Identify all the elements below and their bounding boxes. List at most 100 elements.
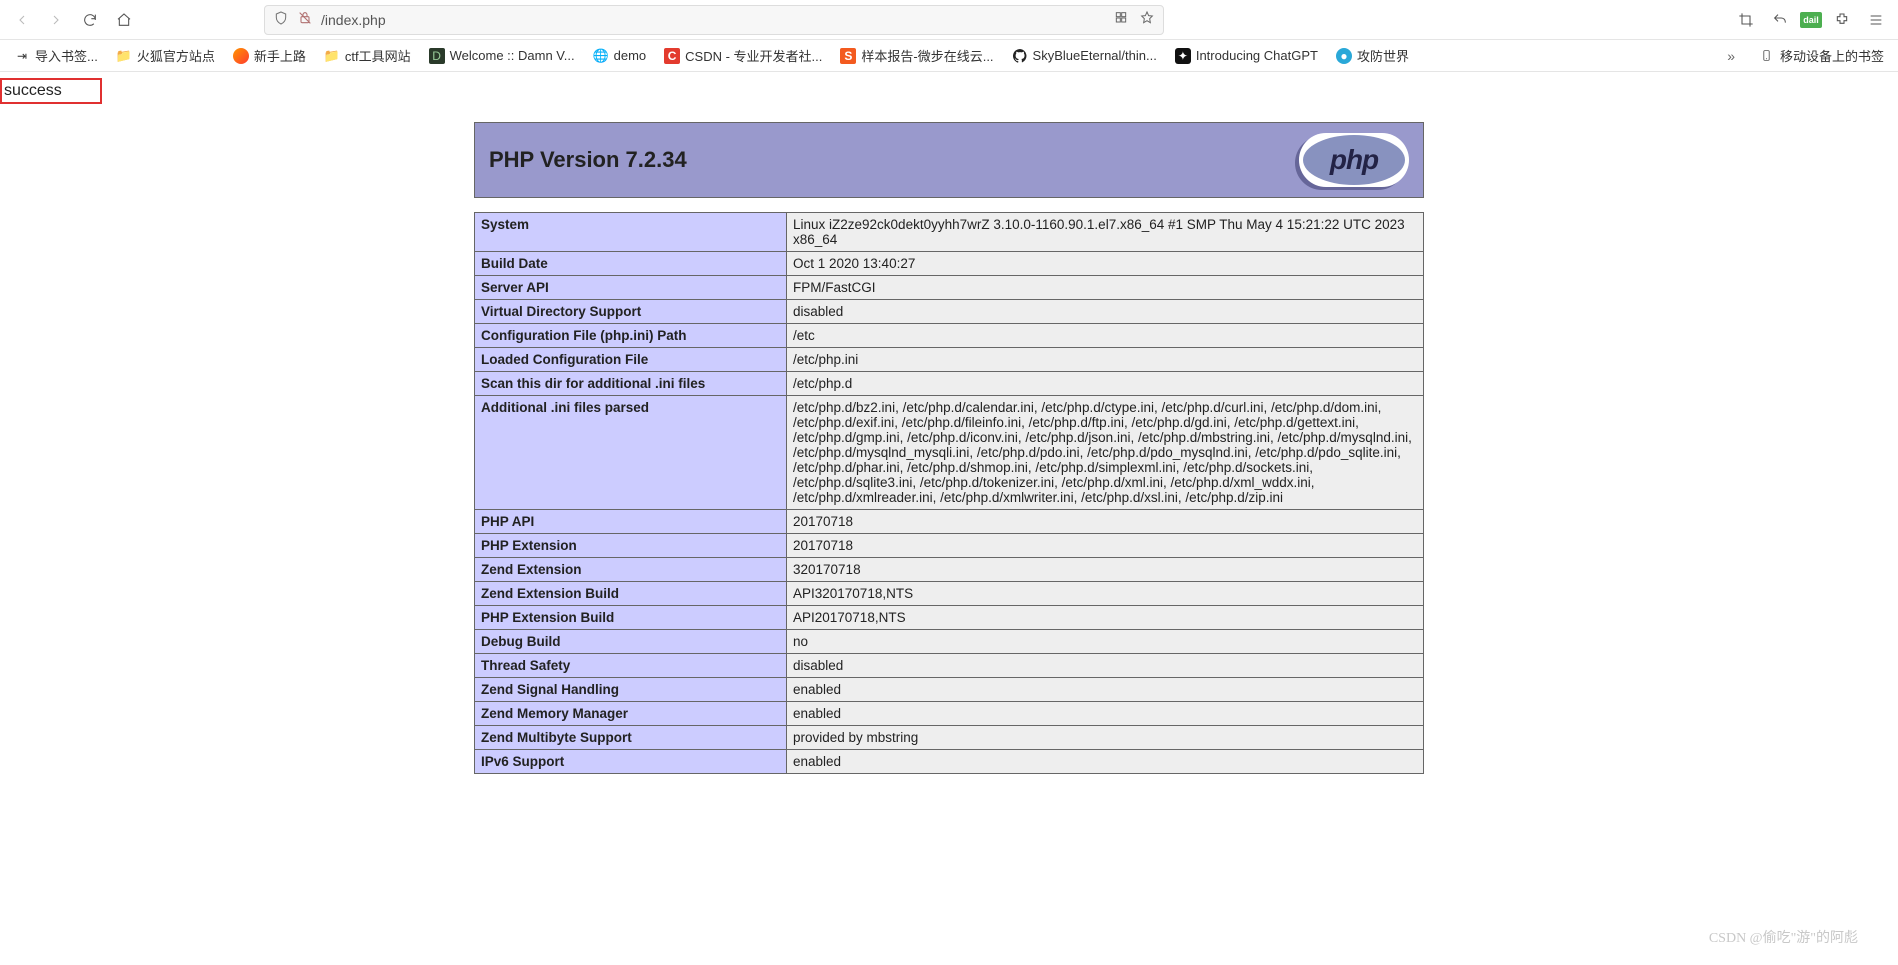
bookmark-chatgpt[interactable]: ✦Introducing ChatGPT [1167, 43, 1326, 69]
phpinfo-container: PHP Version 7.2.34 php SystemLinux iZ2ze… [474, 122, 1424, 774]
phpinfo-value: 320170718 [787, 558, 1424, 582]
phpinfo-value: no [787, 630, 1424, 654]
phpinfo-value: 20170718 [787, 510, 1424, 534]
bookmark-csdn[interactable]: CCSDN - 专业开发者社... [656, 43, 830, 69]
phpinfo-value: Linux iZ2ze92ck0dekt0yyhh7wrZ 3.10.0-116… [787, 213, 1424, 252]
phpinfo-value: Oct 1 2020 13:40:27 [787, 252, 1424, 276]
bookmarks-bar: ⇥导入书签... 火狐官方站点 新手上路 ctf工具网站 DWelcome ::… [0, 40, 1898, 72]
star-icon[interactable] [1139, 10, 1155, 29]
phpinfo-value: disabled [787, 654, 1424, 678]
phpinfo-value: /etc [787, 324, 1424, 348]
import-icon: ⇥ [14, 48, 30, 64]
php-logo: php [1299, 133, 1409, 187]
browser-navbar: /index.php dail [0, 0, 1898, 40]
bookmark-adworld[interactable]: ●攻防世界 [1328, 43, 1417, 69]
phpinfo-key: Zend Extension [475, 558, 787, 582]
table-row: Zend Signal Handlingenabled [475, 678, 1424, 702]
globe-icon [593, 48, 609, 64]
crop-icon[interactable] [1732, 6, 1760, 34]
table-row: Debug Buildno [475, 630, 1424, 654]
table-row: PHP Extension20170718 [475, 534, 1424, 558]
table-row: Configuration File (php.ini) Path/etc [475, 324, 1424, 348]
bookmark-ctf-tools[interactable]: ctf工具网站 [316, 43, 419, 69]
phpinfo-key: Build Date [475, 252, 787, 276]
phpinfo-key: IPv6 Support [475, 750, 787, 774]
phpinfo-key: PHP Extension [475, 534, 787, 558]
url-bar[interactable]: /index.php [264, 5, 1164, 35]
bookmark-dvwa[interactable]: DWelcome :: Damn V... [421, 43, 583, 69]
overflow-chevron-icon[interactable]: » [1721, 48, 1741, 64]
phpinfo-value: API320170718,NTS [787, 582, 1424, 606]
bookmark-threatbook[interactable]: S样本报告-微步在线云... [832, 43, 1001, 69]
bookmark-mobile[interactable]: 移动设备上的书签 [1751, 43, 1892, 69]
mobile-icon [1759, 48, 1775, 64]
phpinfo-value: /etc/php.d/bz2.ini, /etc/php.d/calendar.… [787, 396, 1424, 510]
phpinfo-value: enabled [787, 678, 1424, 702]
undo-icon[interactable] [1766, 6, 1794, 34]
folder-icon [324, 48, 340, 64]
phpinfo-key: Thread Safety [475, 654, 787, 678]
table-row: Server APIFPM/FastCGI [475, 276, 1424, 300]
extensions-icon[interactable] [1828, 6, 1856, 34]
url-text: /index.php [321, 12, 1105, 28]
github-icon [1012, 48, 1028, 64]
table-row: Scan this dir for additional .ini files/… [475, 372, 1424, 396]
bookmark-getting-started[interactable]: 新手上路 [225, 43, 314, 69]
back-button[interactable] [8, 6, 36, 34]
table-row: Loaded Configuration File/etc/php.ini [475, 348, 1424, 372]
forward-button[interactable] [42, 6, 70, 34]
table-row: Virtual Directory Supportdisabled [475, 300, 1424, 324]
php-version-title: PHP Version 7.2.34 [489, 147, 1299, 173]
phpinfo-key: Scan this dir for additional .ini files [475, 372, 787, 396]
phpinfo-key: Configuration File (php.ini) Path [475, 324, 787, 348]
phpinfo-key: Zend Multibyte Support [475, 726, 787, 750]
bookmark-import[interactable]: ⇥导入书签... [6, 43, 106, 69]
table-row: Additional .ini files parsed/etc/php.d/b… [475, 396, 1424, 510]
menu-icon[interactable] [1862, 6, 1890, 34]
folder-icon [116, 48, 132, 64]
phpinfo-key: Zend Extension Build [475, 582, 787, 606]
home-button[interactable] [110, 6, 138, 34]
threatbook-icon: S [840, 48, 856, 64]
bookmark-firefox-official[interactable]: 火狐官方站点 [108, 43, 223, 69]
phpinfo-key: PHP API [475, 510, 787, 534]
phpinfo-table: SystemLinux iZ2ze92ck0dekt0yyhh7wrZ 3.10… [474, 212, 1424, 774]
firefox-icon [233, 48, 249, 64]
shield-icon [273, 10, 289, 29]
lock-strike-icon [297, 10, 313, 29]
table-row: IPv6 Supportenabled [475, 750, 1424, 774]
phpinfo-key: Zend Memory Manager [475, 702, 787, 726]
phpinfo-value: provided by mbstring [787, 726, 1424, 750]
phpinfo-value: /etc/php.ini [787, 348, 1424, 372]
php-logo-text: php [1303, 135, 1405, 185]
phpinfo-value: disabled [787, 300, 1424, 324]
table-row: PHP API20170718 [475, 510, 1424, 534]
phpinfo-key: Loaded Configuration File [475, 348, 787, 372]
reload-button[interactable] [76, 6, 104, 34]
phpinfo-key: PHP Extension Build [475, 606, 787, 630]
phpinfo-key: Virtual Directory Support [475, 300, 787, 324]
dvwa-icon: D [429, 48, 445, 64]
phpinfo-key: Server API [475, 276, 787, 300]
bookmark-demo[interactable]: demo [585, 43, 655, 69]
openai-icon: ✦ [1175, 48, 1191, 64]
phpinfo-header: PHP Version 7.2.34 php [474, 122, 1424, 198]
phpinfo-key: Zend Signal Handling [475, 678, 787, 702]
bookmark-github-repo[interactable]: SkyBlueEternal/thin... [1004, 43, 1165, 69]
dail-badge[interactable]: dail [1800, 12, 1822, 28]
phpinfo-value: /etc/php.d [787, 372, 1424, 396]
table-row: Zend Memory Managerenabled [475, 702, 1424, 726]
reader-icon[interactable] [1113, 10, 1129, 29]
phpinfo-value: enabled [787, 750, 1424, 774]
page-content: success PHP Version 7.2.34 php SystemLin… [0, 72, 1898, 774]
table-row: Zend Extension BuildAPI320170718,NTS [475, 582, 1424, 606]
csdn-watermark: CSDN @偷吃"游"的阿彪 [1709, 927, 1858, 947]
phpinfo-value: 20170718 [787, 534, 1424, 558]
phpinfo-key: System [475, 213, 787, 252]
csdn-icon: C [664, 48, 680, 64]
table-row: PHP Extension BuildAPI20170718,NTS [475, 606, 1424, 630]
phpinfo-value: FPM/FastCGI [787, 276, 1424, 300]
table-row: SystemLinux iZ2ze92ck0dekt0yyhh7wrZ 3.10… [475, 213, 1424, 252]
table-row: Zend Extension320170718 [475, 558, 1424, 582]
table-row: Thread Safetydisabled [475, 654, 1424, 678]
